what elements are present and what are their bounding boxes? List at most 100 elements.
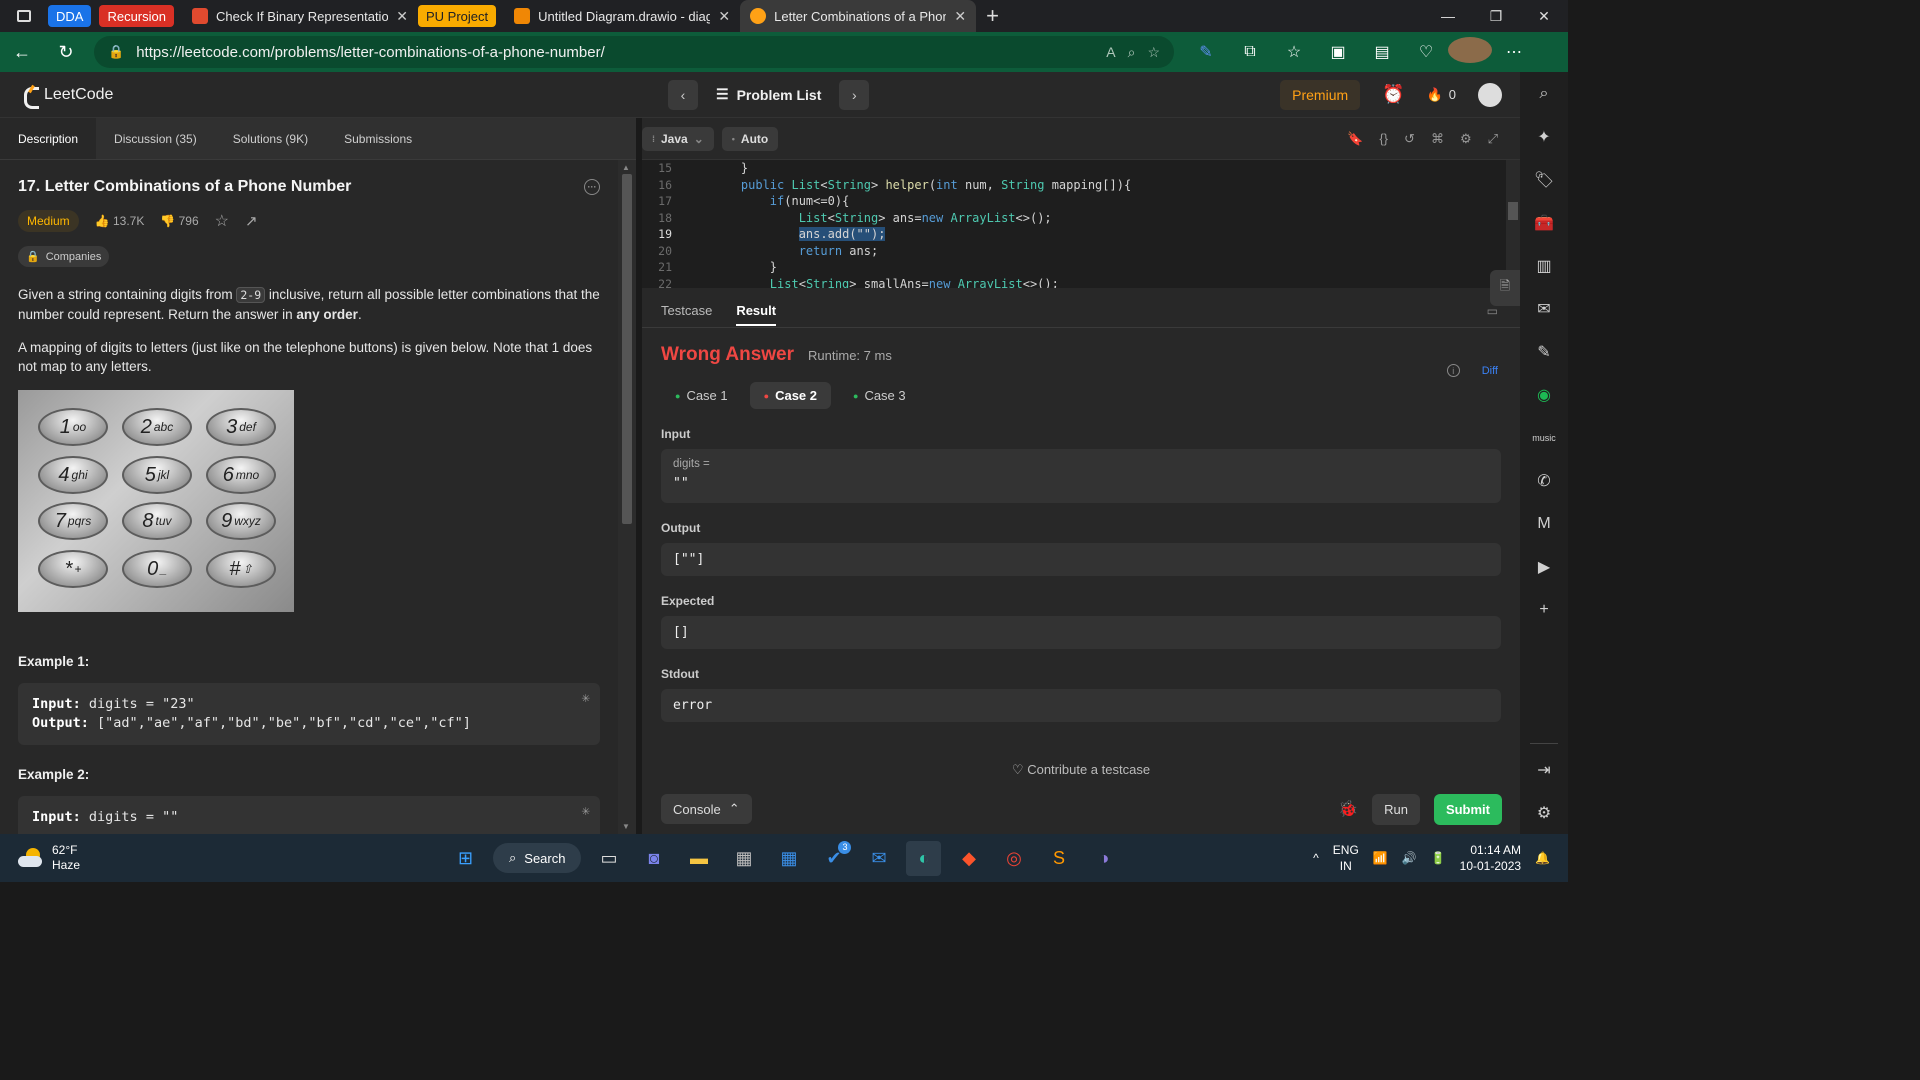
user-avatar[interactable] bbox=[1478, 82, 1502, 107]
gmail-icon[interactable]: M bbox=[1520, 502, 1568, 545]
spotify-icon[interactable]: ◉ bbox=[1520, 373, 1568, 416]
dislike-button[interactable]: 👎 796 bbox=[160, 214, 198, 228]
code-line[interactable]: 16 public List<String> helper(int num, S… bbox=[642, 177, 1520, 194]
calculator-icon[interactable]: ▦ bbox=[726, 841, 761, 876]
bookmark-icon[interactable]: 🔖 bbox=[1347, 131, 1363, 147]
wifi-icon[interactable]: 📶 bbox=[1373, 851, 1388, 865]
clock[interactable]: 01:14 AM 10-01-2023 bbox=[1460, 842, 1521, 874]
browser-tab-drawio[interactable]: Untitled Diagram.drawio - diagra ✕ bbox=[504, 0, 740, 32]
code-editor[interactable]: 15 } 16 public List<String> helper(int nu… bbox=[642, 160, 1520, 288]
shortcuts-icon[interactable]: ⌘ bbox=[1431, 131, 1444, 147]
hide-sidebar-icon[interactable]: ⇥ bbox=[1520, 748, 1568, 791]
read-aloud-icon[interactable]: A bbox=[1106, 44, 1115, 60]
tab-group-dda[interactable]: DDA bbox=[48, 5, 92, 27]
browser-essentials-icon[interactable]: ♡ bbox=[1404, 42, 1448, 62]
tab-testcase[interactable]: Testcase bbox=[661, 303, 712, 318]
language-select[interactable]: ⁞ Java ⌄ bbox=[642, 126, 714, 151]
problem-list-button[interactable]: ☰ Problem List bbox=[706, 86, 831, 103]
extensions-icon[interactable]: ⧉ bbox=[1228, 43, 1272, 61]
restore-icon[interactable]: ❐ bbox=[1472, 0, 1520, 32]
todo-icon[interactable]: ✔ 3 bbox=[816, 840, 852, 876]
favorites-icon[interactable]: ☆ bbox=[1272, 42, 1316, 62]
autocomplete-mode-button[interactable]: • Auto bbox=[721, 126, 779, 151]
outlook-icon[interactable]: ✉ bbox=[1520, 287, 1568, 330]
companies-tag[interactable]: 🔒 Companies bbox=[18, 246, 110, 267]
browser-tab-leetcode[interactable]: Letter Combinations of a Phone ✕ bbox=[740, 0, 977, 32]
minimize-icon[interactable]: — bbox=[1424, 0, 1472, 32]
reload-icon[interactable]: ↻ bbox=[44, 32, 88, 72]
file-explorer-icon[interactable]: ▬ bbox=[681, 841, 716, 876]
editor-settings-icon[interactable]: ⚙ bbox=[1460, 131, 1472, 147]
battery-icon[interactable]: 🔋 bbox=[1431, 851, 1446, 865]
prev-problem-button[interactable]: ‹ bbox=[668, 79, 698, 110]
tab-description[interactable]: Description bbox=[0, 118, 97, 159]
sublime-icon[interactable]: S bbox=[1041, 841, 1076, 876]
scroll-down-icon[interactable]: ▼ bbox=[622, 822, 630, 831]
code-line[interactable]: 21 } bbox=[642, 259, 1520, 276]
code-line[interactable]: 19 ans.add(""); bbox=[642, 226, 1520, 243]
share-icon[interactable]: ↗ bbox=[245, 212, 258, 230]
file-icon[interactable]: 🗎 bbox=[1490, 270, 1520, 306]
info-icon[interactable]: i bbox=[1446, 364, 1460, 377]
eclipse-icon[interactable]: ◑ bbox=[1086, 841, 1121, 876]
scroll-up-icon[interactable]: ▲ bbox=[622, 163, 630, 172]
windows-start-icon[interactable]: ⊞ bbox=[448, 841, 483, 876]
teams-chat-icon[interactable]: ◙ bbox=[636, 841, 671, 876]
console-button[interactable]: Console ⌃ bbox=[661, 794, 752, 824]
reset-code-icon[interactable]: ↺ bbox=[1404, 131, 1415, 147]
description-scrollbar[interactable]: ▲ ▼ bbox=[618, 160, 636, 834]
chevron-up-icon[interactable]: ^ bbox=[1313, 851, 1319, 865]
browser-tab-binary[interactable]: Check If Binary Representation o ✕ bbox=[182, 0, 418, 32]
contribute-testcase-link[interactable]: ♡ Contribute a testcase bbox=[661, 762, 1501, 778]
star-icon[interactable]: ☆ bbox=[215, 211, 229, 231]
code-line[interactable]: 17 if(num<=0){ bbox=[642, 193, 1520, 210]
code-line[interactable]: 15 } bbox=[642, 160, 1520, 177]
tab-submissions[interactable]: Submissions bbox=[326, 118, 430, 159]
drop-icon[interactable]: ✎ bbox=[1520, 330, 1568, 373]
calendar-icon[interactable]: ▦ bbox=[771, 841, 806, 876]
more-options-icon[interactable]: ··· bbox=[584, 179, 600, 195]
case-3-tab[interactable]: ● Case 3 bbox=[839, 382, 920, 409]
sidebar-settings-icon[interactable]: ⚙ bbox=[1520, 791, 1568, 834]
alarm-clock-icon[interactable]: ⏰ bbox=[1382, 84, 1404, 105]
pen-extension-icon[interactable]: ✎ bbox=[1184, 42, 1228, 62]
youtube-icon[interactable]: ▶ bbox=[1520, 545, 1568, 588]
case-2-tab[interactable]: ● Case 2 bbox=[749, 382, 831, 409]
brave-icon[interactable]: ◆ bbox=[951, 841, 986, 876]
tab-result[interactable]: Result bbox=[736, 303, 777, 326]
sidebar-search-icon[interactable]: ⌕ bbox=[1520, 72, 1568, 115]
debugger-icon[interactable]: 🐞 bbox=[1338, 799, 1358, 819]
shopping-tag-icon[interactable]: 🏷 bbox=[1520, 158, 1568, 201]
collections-icon[interactable]: ▣ bbox=[1316, 42, 1360, 62]
add-sidebar-app-icon[interactable]: + bbox=[1520, 588, 1568, 631]
premium-button[interactable]: Premium bbox=[1280, 79, 1361, 110]
copy-icon[interactable]: ✳ bbox=[582, 689, 590, 708]
code-line[interactable]: 22 List<String> smallAns=new ArrayList<>… bbox=[642, 276, 1520, 288]
whatsapp-icon[interactable]: ✆ bbox=[1520, 459, 1568, 502]
code-line[interactable]: 20 return ans; bbox=[642, 243, 1520, 260]
next-problem-button[interactable]: › bbox=[839, 79, 870, 110]
url-bar[interactable]: 🔒 https://leetcode.com/problems/letter-c… bbox=[94, 36, 1174, 68]
office-icon[interactable]: ▥ bbox=[1520, 244, 1568, 287]
weather-widget[interactable]: 62°F Haze bbox=[18, 843, 80, 873]
leetcode-logo[interactable]: LeetCode bbox=[22, 85, 113, 109]
code-line[interactable]: 18 List<String> ans=new ArrayList<>(); bbox=[642, 210, 1520, 227]
submit-button[interactable]: Submit bbox=[1433, 793, 1502, 825]
fullscreen-icon[interactable]: ⤢ bbox=[1488, 131, 1498, 147]
close-tab-icon[interactable]: ✕ bbox=[954, 8, 966, 25]
profile-avatar[interactable] bbox=[1448, 36, 1492, 68]
edge-icon[interactable]: ◐ bbox=[906, 840, 942, 876]
like-button[interactable]: 👍 13.7K bbox=[95, 214, 145, 228]
zoom-icon[interactable]: ⌕ bbox=[1128, 44, 1136, 61]
tab-discussion[interactable]: Discussion (35) bbox=[96, 118, 215, 159]
streak-counter[interactable]: 🔥 0 bbox=[1427, 87, 1456, 103]
math-solver-icon[interactable]: ▤ bbox=[1360, 42, 1404, 62]
tab-group-pu-project[interactable]: PU Project bbox=[417, 5, 497, 27]
input-language[interactable]: ENG IN bbox=[1333, 842, 1359, 874]
close-tab-icon[interactable]: ✕ bbox=[718, 8, 730, 25]
run-button[interactable]: Run bbox=[1372, 793, 1420, 825]
new-tab-icon[interactable]: + bbox=[976, 3, 1009, 29]
back-icon[interactable]: ← bbox=[0, 32, 44, 72]
diff-toggle[interactable]: Diff bbox=[1482, 365, 1498, 377]
url-text[interactable]: https://leetcode.com/problems/letter-com… bbox=[136, 44, 1094, 61]
